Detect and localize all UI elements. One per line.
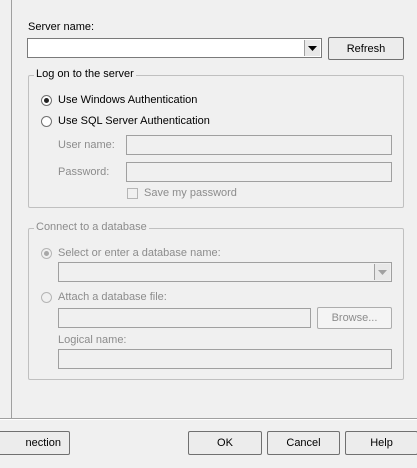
database-name-combobox[interactable]	[58, 262, 392, 282]
password-field[interactable]	[126, 162, 392, 182]
chevron-down-icon	[308, 45, 317, 51]
database-legend: Connect to a database	[34, 221, 149, 233]
database-name-dropdown-button[interactable]	[374, 264, 390, 280]
user-name-field[interactable]	[126, 135, 392, 155]
password-label: Password:	[58, 166, 110, 178]
logon-legend: Log on to the server	[34, 68, 136, 80]
select-database-label: Select or enter a database name:	[58, 247, 221, 259]
server-name-combobox[interactable]	[27, 38, 322, 58]
database-file-field[interactable]	[58, 308, 311, 328]
sql-auth-label[interactable]: Use SQL Server Authentication	[58, 115, 210, 127]
browse-button[interactable]: Browse...	[317, 307, 392, 329]
save-password-checkbox[interactable]	[127, 188, 138, 199]
attach-database-radio[interactable]	[41, 292, 52, 303]
chevron-down-icon	[378, 269, 387, 275]
save-password-label: Save my password	[144, 187, 237, 199]
ok-button[interactable]: OK	[188, 431, 262, 455]
logical-name-label: Logical name:	[58, 334, 127, 346]
cancel-button[interactable]: Cancel	[267, 431, 340, 455]
attach-database-label: Attach a database file:	[58, 291, 167, 303]
logical-name-field[interactable]	[58, 349, 392, 369]
server-name-dropdown-button[interactable]	[304, 40, 320, 56]
user-name-label: User name:	[58, 139, 115, 151]
server-name-label: Server name:	[28, 21, 95, 33]
left-panel-edge	[0, 0, 12, 418]
help-button[interactable]: Help	[345, 431, 417, 455]
sql-auth-radio[interactable]	[41, 116, 52, 127]
select-database-radio[interactable]	[41, 248, 52, 259]
footer-separator	[0, 418, 417, 420]
test-connection-button[interactable]: nection	[0, 431, 70, 455]
windows-auth-radio[interactable]	[41, 95, 52, 106]
windows-auth-label[interactable]: Use Windows Authentication	[58, 94, 197, 106]
refresh-button[interactable]: Refresh	[328, 37, 404, 60]
